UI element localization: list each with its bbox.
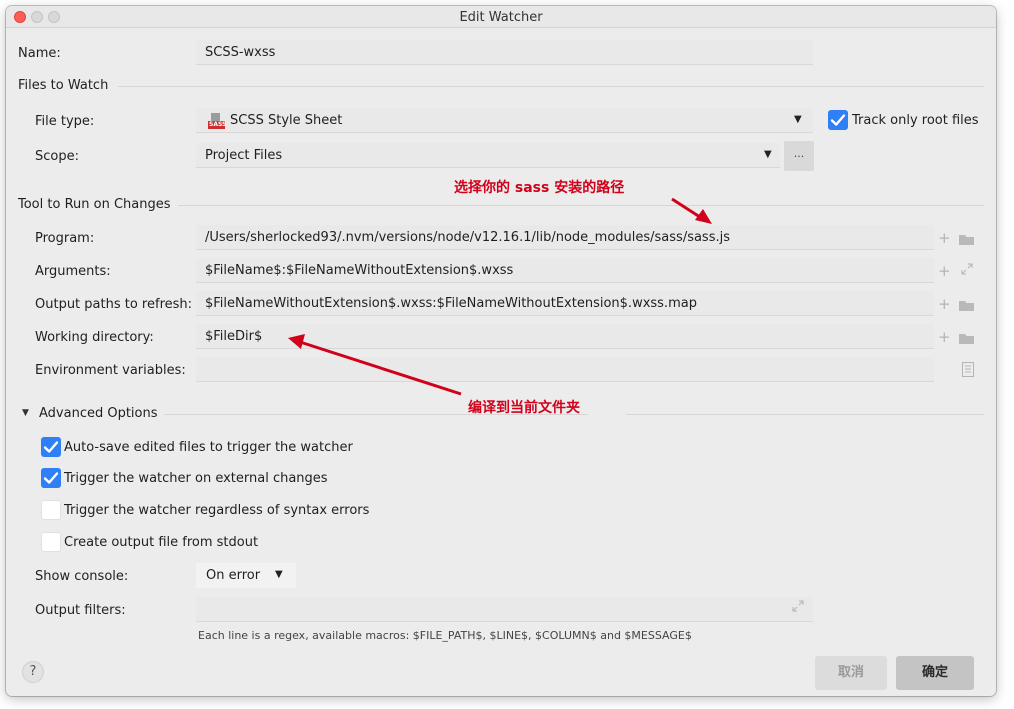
arrowhead-working-dir bbox=[288, 334, 305, 349]
advanced-toggle-icon[interactable]: ▼ bbox=[22, 408, 29, 418]
external-changes-checkbox[interactable] bbox=[41, 468, 61, 488]
syntax-errors-label: Trigger the watcher regardless of syntax… bbox=[64, 503, 370, 518]
stdout-label: Create output file from stdout bbox=[64, 535, 259, 550]
output-filters-label: Output filters: bbox=[35, 603, 126, 618]
expand-icon[interactable] bbox=[792, 600, 804, 616]
auto-save-checkbox[interactable] bbox=[41, 437, 61, 457]
show-console-label: Show console: bbox=[35, 569, 129, 584]
chevron-down-icon: ▼ bbox=[275, 569, 283, 580]
show-console-value: On error bbox=[206, 568, 261, 583]
syntax-errors-checkbox[interactable] bbox=[41, 500, 61, 520]
edit-watcher-dialog: Edit Watcher Name: SCSS-wxss Files to Wa… bbox=[6, 6, 996, 696]
output-filters-hint: Each line is a regex, available macros: … bbox=[198, 629, 692, 642]
annotation-arrows bbox=[288, 197, 712, 396]
auto-save-label: Auto-save edited files to trigger the wa… bbox=[64, 440, 353, 455]
ok-button[interactable]: 确定 bbox=[896, 656, 974, 690]
help-button[interactable]: ? bbox=[22, 661, 44, 683]
advanced-options-heading[interactable]: Advanced Options bbox=[39, 406, 158, 421]
advanced-divider-right bbox=[626, 414, 984, 415]
external-changes-label: Trigger the watcher on external changes bbox=[64, 471, 328, 486]
cancel-button[interactable]: 取消 bbox=[815, 656, 887, 690]
advanced-divider-left bbox=[164, 414, 588, 415]
arrowhead-program bbox=[695, 209, 712, 224]
stdout-checkbox[interactable] bbox=[41, 532, 61, 552]
checkmark-icon bbox=[43, 472, 59, 484]
output-filters-input[interactable] bbox=[196, 597, 813, 622]
show-console-select[interactable]: On error ▼ bbox=[196, 563, 296, 588]
checkmark-icon bbox=[43, 441, 59, 453]
arrow-to-working-dir bbox=[299, 340, 462, 396]
